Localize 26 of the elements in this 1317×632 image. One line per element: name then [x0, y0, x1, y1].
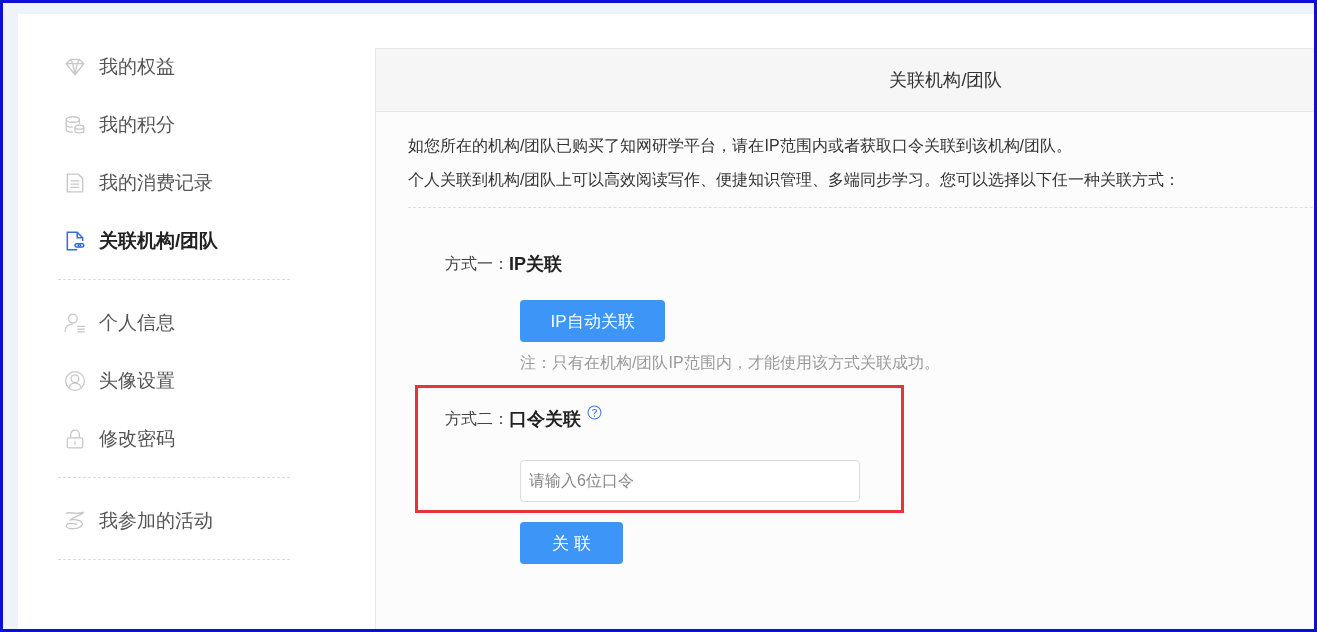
method-prefix: 方式二：	[445, 408, 509, 429]
method-name: IP关联	[509, 253, 562, 276]
user-circle-icon	[64, 370, 86, 392]
coins-icon	[64, 114, 86, 136]
intro-text: 如您所在的机构/团队已购买了知网研学平台，请在IP范围内或者获取口令关联到该机构/团队。	[408, 136, 1073, 156]
sidebar-item[interactable]: 我参加的活动	[64, 505, 375, 537]
link-document-icon	[64, 230, 86, 252]
sidebar-item[interactable]: 我的积分	[64, 109, 375, 141]
flag-icon	[64, 510, 86, 532]
sidebar-item[interactable]: 修改密码	[64, 423, 375, 455]
lock-icon	[64, 428, 86, 450]
code-input-field[interactable]: 请输入6位口令	[520, 460, 860, 502]
intro-text: 个人关联到机构/团队上可以高效阅读写作、便捷知识管理、多端同步学习。您可以选择以下任一种关联方式：	[408, 170, 1182, 190]
sidebar-item[interactable]: 头像设置	[64, 365, 375, 397]
method-prefix: 方式一：	[445, 253, 509, 274]
person-icon	[64, 312, 86, 334]
method-name: 口令关联	[509, 408, 581, 431]
note-text: 注：只有在机构/团队IP范围内，才能使用该方式关联成功。	[520, 353, 940, 373]
sidebar-item[interactable]: 个人信息	[64, 307, 375, 339]
diamond-icon	[64, 56, 86, 78]
sidebar-item[interactable]: 我的消费记录	[64, 167, 375, 199]
sidebar-item[interactable]: 我的权益	[64, 51, 375, 83]
panel-title: 关联机构/团队	[889, 69, 1003, 92]
sidebar-item[interactable]: 关联机构/团队	[64, 225, 375, 257]
help-icon[interactable]	[587, 404, 602, 420]
document-icon	[64, 172, 86, 194]
